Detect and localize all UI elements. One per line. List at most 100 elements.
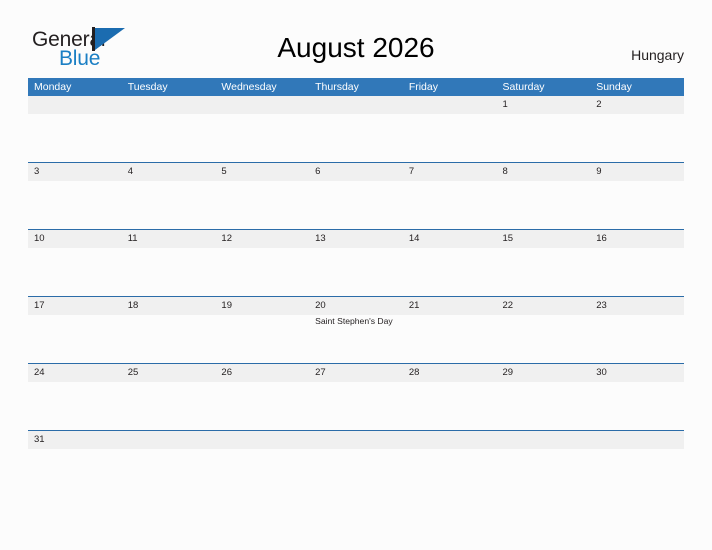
day-cell-empty: [497, 449, 591, 497]
day-number[interactable]: 30: [590, 364, 684, 382]
day-number-empty: [403, 96, 497, 114]
day-cell-empty: [309, 181, 403, 229]
day-cell-empty: [590, 382, 684, 430]
day-number[interactable]: 24: [28, 364, 122, 382]
day-number-band: 17 18 19 20 21 22 23: [28, 297, 684, 315]
day-event-label: Saint Stephen's Day: [315, 316, 393, 326]
calendar-week-row: 10 11 12 13 14 15 16: [28, 229, 684, 296]
day-event-band: [28, 248, 684, 296]
day-number[interactable]: 20: [309, 297, 403, 315]
day-number[interactable]: 2: [590, 96, 684, 114]
day-number[interactable]: 1: [497, 96, 591, 114]
day-cell-empty: [215, 181, 309, 229]
day-number[interactable]: 22: [497, 297, 591, 315]
weekday-header-tuesday: Tuesday: [127, 81, 168, 93]
day-number[interactable]: 7: [403, 163, 497, 181]
calendar-weeks: 1 2 3 4 5 6 7 8 9 10 11 12 13 14 15 16 17 18 19 20 21 22 23 Sai…: [28, 96, 684, 497]
day-number-empty: [122, 431, 216, 449]
day-cell-empty: [497, 382, 591, 430]
day-cell-empty: [497, 248, 591, 296]
day-number-band: 24 25 26 27 28 29 30: [28, 364, 684, 382]
day-number-band: 12: [28, 96, 684, 114]
day-number[interactable]: 4: [122, 163, 216, 181]
day-cell-empty: [590, 315, 684, 363]
day-cell-empty: [497, 315, 591, 363]
day-event-band: [28, 382, 684, 430]
day-cell-empty: [403, 181, 497, 229]
day-event-band: [28, 114, 684, 162]
day-number[interactable]: 26: [215, 364, 309, 382]
day-number[interactable]: 3: [28, 163, 122, 181]
day-cell-empty: [403, 382, 497, 430]
day-number[interactable]: 27: [309, 364, 403, 382]
calendar-grid: Monday Tuesday Wednesday Thursday Friday Satu…: [28, 78, 684, 497]
day-cell-empty: [122, 114, 216, 162]
day-number-empty: [403, 431, 497, 449]
weekday-header-friday: Friday: [408, 81, 438, 93]
day-number[interactable]: 29: [497, 364, 591, 382]
day-number[interactable]: 19: [215, 297, 309, 315]
day-cell-empty: [28, 382, 122, 430]
day-number-empty: [309, 431, 403, 449]
calendar-week-row: 17 18 19 20 21 22 23 Saint Stephen's Day: [28, 296, 684, 363]
day-cell-empty: [215, 382, 309, 430]
day-number[interactable]: 8: [497, 163, 591, 181]
day-number[interactable]: 15: [497, 230, 591, 248]
day-number[interactable]: 28: [403, 364, 497, 382]
day-cell-empty: [309, 114, 403, 162]
day-number[interactable]: 31: [28, 431, 122, 449]
calendar-week-row: 3456789: [28, 162, 684, 229]
day-number[interactable]: 6: [309, 163, 403, 181]
day-cell-empty: [309, 248, 403, 296]
day-number[interactable]: 5: [215, 163, 309, 181]
day-number[interactable]: 11: [122, 230, 216, 248]
day-number[interactable]: 23: [590, 297, 684, 315]
weekday-header-sunday: Sunday: [596, 81, 632, 93]
day-cell-empty: [122, 449, 216, 497]
day-cell-empty: [28, 248, 122, 296]
day-cell-empty: [215, 248, 309, 296]
day-cell-empty: [215, 114, 309, 162]
day-number[interactable]: 16: [590, 230, 684, 248]
day-number-empty: [497, 431, 591, 449]
day-cell-empty: [215, 315, 309, 363]
day-cell-empty: [497, 181, 591, 229]
day-cell-empty: [309, 449, 403, 497]
day-number[interactable]: 18: [122, 297, 216, 315]
day-cell-empty: [590, 181, 684, 229]
day-cell-empty: [590, 114, 684, 162]
day-event-band: Saint Stephen's Day: [28, 315, 684, 363]
day-number-empty: [215, 96, 309, 114]
day-event-band: [28, 449, 684, 497]
day-cell-empty: [28, 114, 122, 162]
calendar-week-row: 24 25 26 27 28 29 30: [28, 363, 684, 430]
day-number-empty: [122, 96, 216, 114]
calendar-week-row: 31: [28, 430, 684, 497]
day-cell-empty: [28, 181, 122, 229]
weekday-header-row: Monday Tuesday Wednesday Thursday Friday Satu…: [28, 78, 684, 96]
day-number[interactable]: 25: [122, 364, 216, 382]
day-number-empty: [590, 431, 684, 449]
day-number-empty: [215, 431, 309, 449]
day-number[interactable]: 17: [28, 297, 122, 315]
day-event-band: [28, 181, 684, 229]
page-title: August 2026: [277, 32, 435, 63]
day-cell-empty: [215, 449, 309, 497]
day-number[interactable]: 14: [403, 230, 497, 248]
weekday-header-monday: Monday: [34, 81, 72, 93]
country-label: Hungary: [631, 47, 684, 63]
weekday-header-saturday: Saturday: [502, 81, 545, 93]
day-number[interactable]: 9: [590, 163, 684, 181]
day-number[interactable]: 10: [28, 230, 122, 248]
day-cell-empty: [590, 449, 684, 497]
day-cell-empty: [590, 248, 684, 296]
day-cell-empty: [122, 315, 216, 363]
day-cell-empty: [403, 114, 497, 162]
day-cell-empty: [403, 248, 497, 296]
day-number[interactable]: 12: [215, 230, 309, 248]
day-number[interactable]: 21: [403, 297, 497, 315]
calendar-page: General Blue August 2026 Hungary Monday T…: [0, 0, 712, 550]
day-cell-empty: [28, 315, 122, 363]
day-number[interactable]: 13: [309, 230, 403, 248]
day-cell-empty: [403, 315, 497, 363]
